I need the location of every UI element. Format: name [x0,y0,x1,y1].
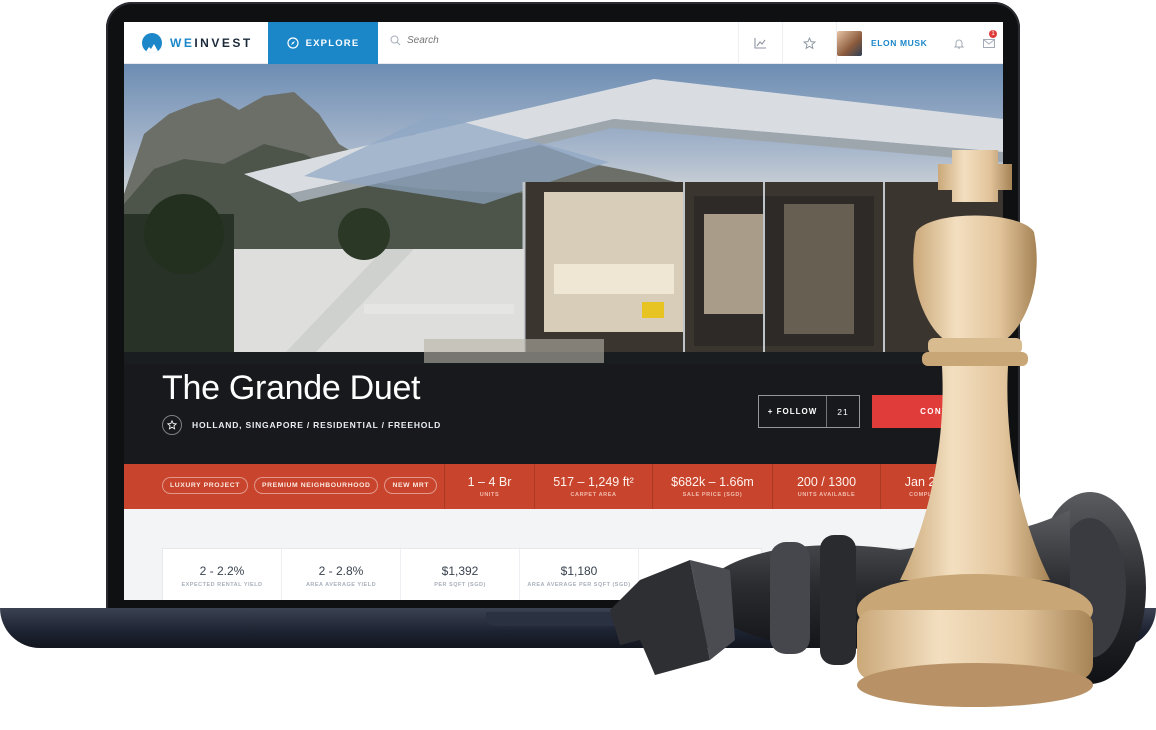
tag-premium-neighbourhood[interactable]: PREMIUM NEIGHBOURHOOD [253,477,379,494]
favorites-button[interactable] [782,22,836,64]
metric-value: $1,392 [441,564,479,578]
search-input[interactable] [407,35,627,46]
star-icon [803,36,816,49]
stat-value: 1 – 4 Br [467,475,512,489]
star-icon [167,420,177,430]
tag-new-mrt[interactable]: NEW MRT [384,477,438,494]
explore-label: EXPLORE [305,37,360,49]
messages-button[interactable]: 1 [974,22,1003,64]
property-subtitle-row: HOLLAND, SINGAPORE / RESIDENTIAL / FREEH… [162,415,441,435]
logo-mountain-icon [142,33,162,53]
property-subtitle: HOLLAND, SINGAPORE / RESIDENTIAL / FREEH… [192,420,442,430]
user-menu[interactable]: ELON MUSK [836,22,927,64]
metric-area-average-yield: 2 - 2.8% AREA AVERAGE YIELD [282,549,401,600]
metric-expected-rental-yield: 2 - 2.2% EXPECTED RENTAL YIELD [163,549,282,600]
search-icon [390,35,401,46]
logo-text: WEINVEST [170,36,253,50]
user-name: ELON MUSK [871,38,928,48]
chart-icon [754,38,766,49]
metric-label: EXPECTED RENTAL YIELD [181,582,263,588]
stat-units: 1 – 4 Br UNITS [444,464,534,509]
metric-per-sqft: $1,392 PER SQFT (SGD) [401,549,520,600]
notifications-button[interactable] [944,22,974,64]
bell-icon [954,39,964,49]
tag-list: LUXURY PROJECT PREMIUM NEIGHBOURHOOD NEW… [162,477,438,494]
white-king-piece [857,150,1093,707]
search-box[interactable] [390,35,627,46]
chess-pieces-illustration [610,150,1146,707]
mail-icon [982,38,995,48]
metric-label: AREA AVERAGE YIELD [305,582,377,588]
metric-value: 2 - 2.8% [318,564,364,578]
avatar [837,30,862,56]
favorite-toggle[interactable] [162,415,182,435]
stat-label: UNITS [479,492,500,498]
property-title: The Grande Duet [162,369,421,407]
tag-luxury-project[interactable]: LUXURY PROJECT [162,477,248,494]
chart-button[interactable] [738,22,782,64]
metric-label: PER SQFT (SGD) [434,582,486,588]
weinvest-logo[interactable]: WEINVEST [142,33,253,53]
metric-value: $1,180 [560,564,598,578]
explore-button[interactable]: EXPLORE [268,22,378,64]
message-count-badge: 1 [989,30,997,38]
compass-icon [286,37,299,49]
metric-value: 2 - 2.2% [199,564,245,578]
top-navigation-bar: WEINVEST EXPLORE ELON MUSK 1 [124,22,1003,64]
